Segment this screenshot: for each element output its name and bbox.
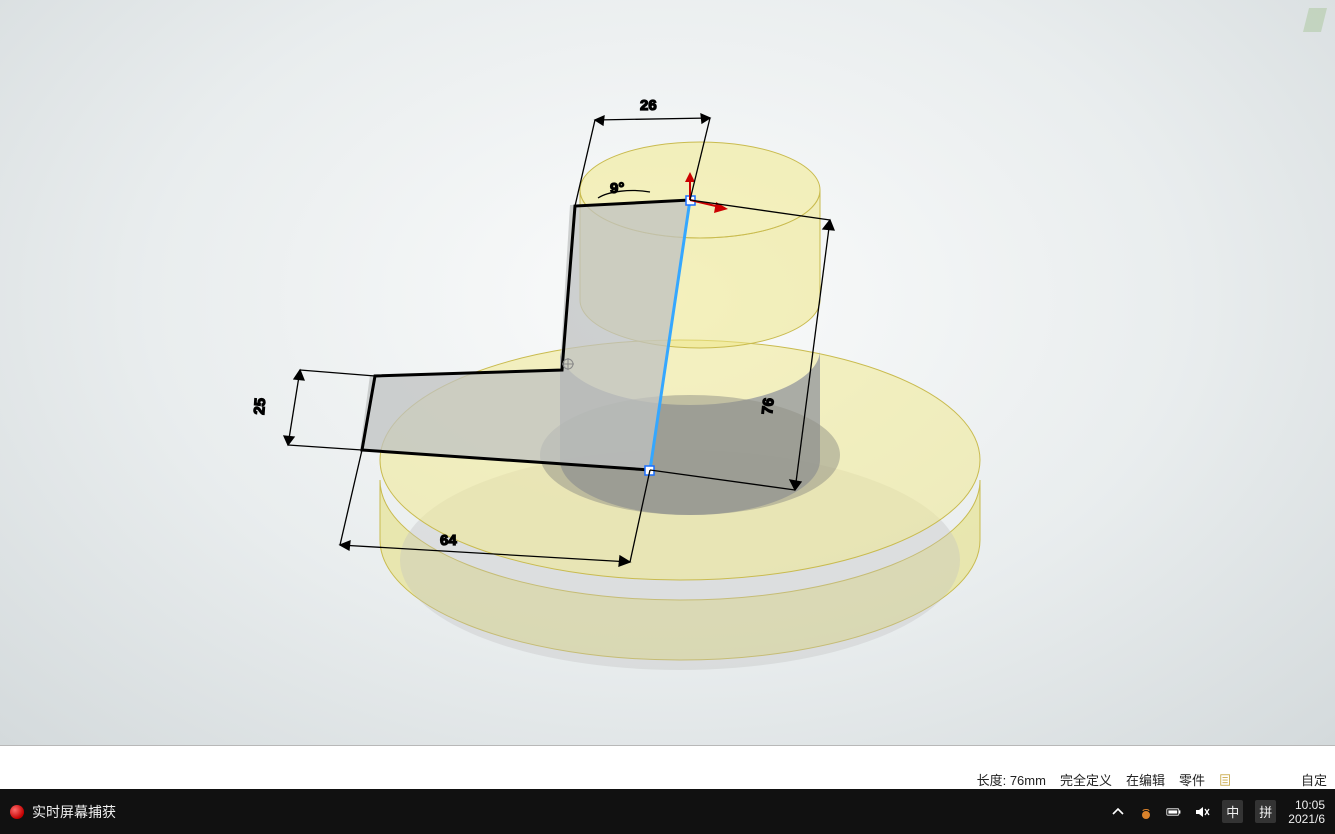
solidworks-logo-icon [1299,4,1331,36]
recording-app-label[interactable]: 实时屏幕捕获 [32,802,116,822]
dimension-label: 9° [610,180,624,197]
ime-mode[interactable]: 拼 [1255,800,1276,823]
dimension-label: 64 [440,532,457,549]
status-definition: 完全定义 [1060,770,1112,789]
volume-mute-icon[interactable] [1194,804,1210,820]
clock-time: 10:05 [1295,798,1325,812]
tray-chevron-icon[interactable] [1110,804,1126,820]
part-preview [360,142,980,670]
status-part: 零件 [1179,770,1205,789]
taskbar-clock[interactable]: 10:05 2021/6 [1288,798,1325,826]
tray-app-icon[interactable] [1138,804,1154,820]
record-icon [10,805,24,819]
dimension-label: 25 [251,397,269,415]
status-editing: 在编辑 [1126,770,1165,789]
status-length: 长度: 76mm [977,770,1046,789]
dimension-left-25[interactable]: 25 [251,370,375,450]
clock-date: 2021/6 [1288,812,1325,826]
ime-language[interactable]: 中 [1222,800,1243,823]
custom-props-icon[interactable] [1219,773,1233,787]
app-status-bar: 长度: 76mm 完全定义 在编辑 零件 自定 [0,745,1335,790]
dimension-label: 76 [759,397,778,415]
windows-taskbar[interactable]: 实时屏幕捕获 中 拼 10:05 2021/6 [0,789,1335,834]
status-auto: 自定 [1301,770,1327,789]
cad-viewport[interactable]: 26 9° 25 76 [0,0,1335,745]
battery-icon[interactable] [1166,804,1182,820]
dimension-label: 26 [640,97,657,114]
